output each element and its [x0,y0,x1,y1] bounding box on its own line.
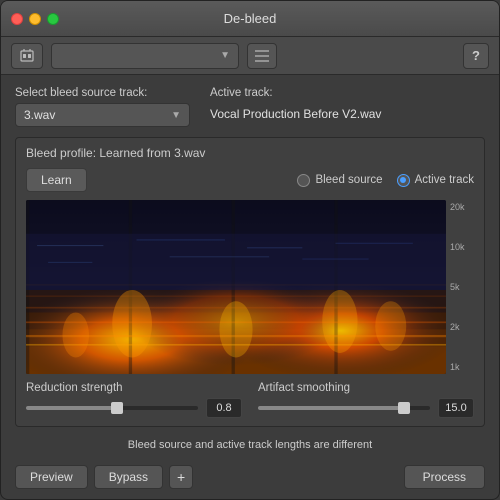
artifact-slider-row: 15.0 [258,398,474,418]
freq-labels: 20k 10k 5k 2k 1k [446,200,474,374]
spectrogram-svg [26,200,446,374]
artifact-slider-thumb[interactable] [398,402,410,414]
active-track-label: Active track: [210,87,381,99]
radio-bleed-label: Bleed source [315,174,382,186]
bleed-source-dropdown[interactable]: 3.wav ▼ [15,103,190,127]
title-bar: De-bleed [1,1,499,37]
plugin-icon-button[interactable] [11,43,43,69]
traffic-lights [11,13,59,25]
freq-20k: 20k [450,202,474,212]
radio-bleed-source[interactable]: Bleed source [297,174,382,187]
artifact-slider-track[interactable] [258,406,430,410]
process-button[interactable]: Process [404,465,485,489]
reduction-slider-row: 0.8 [26,398,242,418]
reduction-slider-track[interactable] [26,406,198,410]
preview-button[interactable]: Preview [15,465,88,489]
reduction-slider-thumb[interactable] [111,402,123,414]
reduction-slider-group: Reduction strength 0.8 [26,382,242,418]
close-button[interactable] [11,13,23,25]
track-row: Select bleed source track: 3.wav ▼ Activ… [15,87,485,127]
learn-button[interactable]: Learn [26,168,87,192]
main-content: Select bleed source track: 3.wav ▼ Activ… [1,75,499,459]
bleed-dropdown-arrow: ▼ [171,110,181,121]
reduction-label: Reduction strength [26,382,242,394]
freq-2k: 2k [450,322,474,332]
radio-bleed-circle [297,174,310,187]
bleed-profile-label: Bleed profile: Learned from 3.wav [26,146,474,160]
minimize-button[interactable] [29,13,41,25]
bleed-source-group: Select bleed source track: 3.wav ▼ [15,87,190,127]
toolbar: ▼ ? [1,37,499,75]
active-track-value: Vocal Production Before V2.wav [210,103,381,121]
spectrogram-container: 20k 10k 5k 2k 1k [26,200,474,374]
help-button[interactable]: ? [463,43,489,69]
preset-dropdown[interactable]: ▼ [51,43,239,69]
app-window: De-bleed ▼ ? [0,0,500,500]
plugin-icon [18,47,36,65]
bleed-section: Bleed profile: Learned from 3.wav Learn … [15,137,485,427]
warning-text: Bleed source and active track lengths ar… [15,437,485,453]
maximize-button[interactable] [47,13,59,25]
radio-active-circle [397,174,410,187]
bleed-controls-row: Learn Bleed source Active track [26,168,474,192]
bleed-source-label: Select bleed source track: [15,87,190,99]
bleed-source-value: 3.wav [24,108,55,122]
active-track-group: Active track: Vocal Production Before V2… [210,87,381,121]
freq-1k: 1k [450,362,474,372]
freq-10k: 10k [450,242,474,252]
dropdown-arrow: ▼ [220,50,230,61]
radio-active-label: Active track [415,174,474,186]
artifact-value[interactable]: 15.0 [438,398,474,418]
list-button[interactable] [247,43,277,69]
artifact-slider-fill [258,406,404,410]
bypass-button[interactable]: Bypass [94,465,163,489]
bottom-bar: Preview Bypass + Process [1,459,499,499]
spectrogram-canvas [26,200,446,374]
list-icon [254,49,270,63]
reduction-value[interactable]: 0.8 [206,398,242,418]
reduction-slider-fill [26,406,117,410]
freq-5k: 5k [450,282,474,292]
radio-active-track[interactable]: Active track [397,174,474,187]
window-title: De-bleed [224,11,277,26]
artifact-label: Artifact smoothing [258,382,474,394]
artifact-slider-group: Artifact smoothing 15.0 [258,382,474,418]
plus-button[interactable]: + [169,465,193,489]
view-radio-group: Bleed source Active track [297,174,474,187]
sliders-row: Reduction strength 0.8 Artifact smoothin… [26,382,474,418]
